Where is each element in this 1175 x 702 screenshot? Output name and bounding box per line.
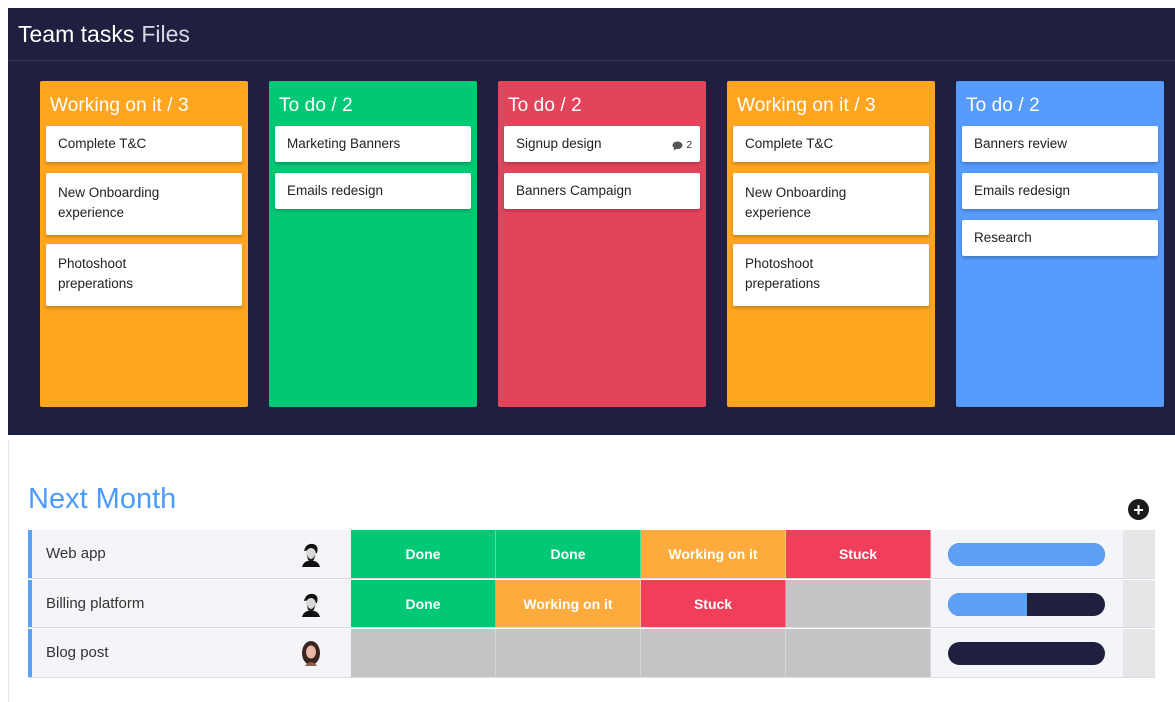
card-label: New Onboarding experience [745,185,847,220]
divider [8,440,9,702]
item-name[interactable]: Web app [46,530,106,578]
board-header: Team tasks Files [8,8,1175,61]
task-card[interactable]: Complete T&C [46,126,242,162]
board-title: Team tasks [18,20,135,47]
task-card[interactable]: Signup design 2 [504,126,700,162]
kanban-column: Working on it / 3 Complete T&C New Onboard… [727,81,935,407]
row-end-cell [1123,530,1155,578]
task-card[interactable]: Emails redesign [275,173,471,209]
person-avatar[interactable] [298,541,324,567]
status-label: Done [405,596,441,612]
avatar-man-icon [302,593,320,617]
status-label: Stuck [693,596,733,612]
table-row[interactable]: Web app Done Done Working on it Stuck [28,530,1155,578]
row-divider [28,677,1155,678]
avatar-woman-icon [302,641,320,666]
row-divider [28,578,1155,579]
card-label: Research [974,230,1032,245]
status-cell[interactable] [786,629,931,677]
status-cell[interactable]: Working on it [641,530,786,578]
kanban-column: To do / 2 Banners review Emails redesign Re… [956,81,1164,407]
files-tab[interactable]: Files [141,21,190,48]
card-label: Banners Campaign [516,183,632,198]
table-row[interactable]: Blog post [28,629,1155,677]
task-card[interactable]: Marketing Banners [275,126,471,162]
card-label: Emails redesign [287,183,384,198]
status-cell[interactable]: Working on it [496,580,641,628]
card-label: Emails redesign [974,183,1071,198]
card-label: Complete T&C [58,136,147,151]
task-card[interactable]: New Onboarding experience [46,173,242,235]
group-color-bar [28,629,32,677]
status-label: Done [550,546,586,562]
task-card[interactable]: Photoshoot preperations [733,244,929,306]
column-title: To do / 2 [966,95,1040,116]
status-label: Stuck [838,546,878,562]
status-cell[interactable] [641,629,786,677]
kanban-column: To do / 2 Marketing Banners Emails redesig… [269,81,477,407]
card-label: Photoshoot preperations [58,256,134,291]
person-avatar[interactable] [298,640,324,666]
task-card[interactable]: Banners Campaign [504,173,700,209]
card-label: New Onboarding experience [58,185,160,220]
progress-bar [948,543,1105,566]
card-label: Photoshoot preperations [745,256,821,291]
card-label: Banners review [974,136,1068,151]
task-card[interactable]: Emails redesign [962,173,1158,209]
comment-count[interactable]: 2 [672,136,692,156]
status-label: Working on it [668,546,758,562]
task-card[interactable]: Photoshoot preperations [46,244,242,306]
progress-fill [948,593,1027,616]
column-title: To do / 2 [508,95,582,116]
task-card[interactable]: New Onboarding experience [733,173,929,235]
kanban-column: Working on it / 3 Complete T&C New Onboard… [40,81,248,407]
comment-icon [672,141,683,151]
item-name[interactable]: Billing platform [46,580,144,628]
status-cell[interactable] [786,580,931,628]
task-card[interactable]: Complete T&C [733,126,929,162]
group-title[interactable]: Next Month [28,483,176,516]
column-title: Working on it / 3 [50,95,189,116]
task-card[interactable]: Research [962,220,1158,256]
column-title: Working on it / 3 [737,95,876,116]
status-label: Done [405,546,441,562]
card-label: Complete T&C [745,136,834,151]
status-cell[interactable]: Done [351,580,496,628]
add-column-button[interactable]: + [1128,499,1149,520]
avatar-man-icon [302,543,320,567]
person-avatar[interactable] [298,591,324,617]
status-cell[interactable]: Done [351,530,496,578]
group-color-bar [28,530,32,578]
column-title: To do / 2 [279,95,353,116]
progress-fill [948,543,1105,566]
card-label: Signup design [516,136,602,151]
row-divider [28,627,1155,628]
table-row[interactable]: Billing platform Done Working on it Stuck [28,580,1155,628]
group-color-bar [28,580,32,628]
status-cell[interactable]: Stuck [786,530,931,578]
item-name[interactable]: Blog post [46,629,109,677]
comment-count-label: 2 [686,140,692,151]
row-end-cell [1123,629,1155,677]
kanban-board: Team tasks Files Working on it / 3 Comple… [8,8,1175,435]
kanban-column: To do / 2 Signup design 2 Banners Campaign [498,81,706,407]
card-label: Marketing Banners [287,136,401,151]
status-cell[interactable]: Stuck [641,580,786,628]
status-cell[interactable]: Done [496,530,641,578]
task-card[interactable]: Banners review [962,126,1158,162]
progress-bar [948,642,1105,665]
status-cell[interactable] [496,629,641,677]
progress-bar [948,593,1105,616]
row-end-cell [1123,580,1155,628]
status-label: Working on it [523,596,613,612]
status-cell[interactable] [351,629,496,677]
